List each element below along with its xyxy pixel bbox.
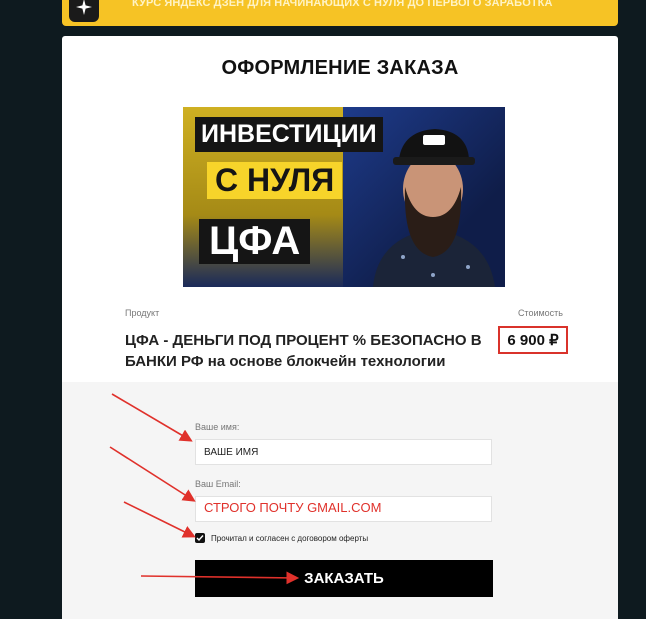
thumbnail-line2: С НУЛЯ <box>207 162 343 199</box>
product-name: ЦФА - ДЕНЬГИ ПОД ПРОЦЕНТ % БЕЗОПАСНО В Б… <box>125 332 482 370</box>
name-input[interactable] <box>195 439 492 465</box>
page-title: ОФОРМЛЕНИЕ ЗАКАЗА <box>221 57 459 79</box>
agree-row: Прочитал и согласен с договором оферты <box>195 533 368 543</box>
name-field-label: Ваше имя: <box>195 422 240 432</box>
price-value: 6 900 ₽ <box>498 326 568 354</box>
email-field-label: Ваш Email: <box>195 479 241 489</box>
thumbnail-line1: ИНВЕСТИЦИИ <box>195 117 383 152</box>
check-icon <box>196 535 204 542</box>
thumbnail-line3: ЦФА <box>199 219 311 264</box>
person-illustration <box>373 129 495 287</box>
star-logo-icon <box>69 0 99 22</box>
agree-label: Прочитал и согласен с договором оферты <box>211 533 369 543</box>
product-thumbnail: ИНВЕСТИЦИИ С НУЛЯ ЦФА <box>183 107 505 287</box>
agree-checkbox[interactable] <box>195 533 205 543</box>
email-input[interactable] <box>195 496 492 522</box>
top-banner[interactable]: КУРС ЯНДЕКС ДЗЕН ДЛЯ НАЧИНАЮЩИХ С НУЛЯ Д… <box>62 0 618 26</box>
product-label: Продукт <box>125 308 160 318</box>
price-label: Стоимость <box>517 308 563 318</box>
banner-text: КУРС ЯНДЕКС ДЗЕН ДЛЯ НАЧИНАЮЩИХ С НУЛЯ Д… <box>132 0 553 9</box>
order-button[interactable]: ЗАКАЗАТЬ <box>195 560 493 597</box>
order-card: ОФОРМЛЕНИЕ ЗАКАЗА ИНВЕСТИЦИИ С НУЛЯ ЦФА … <box>62 36 618 619</box>
